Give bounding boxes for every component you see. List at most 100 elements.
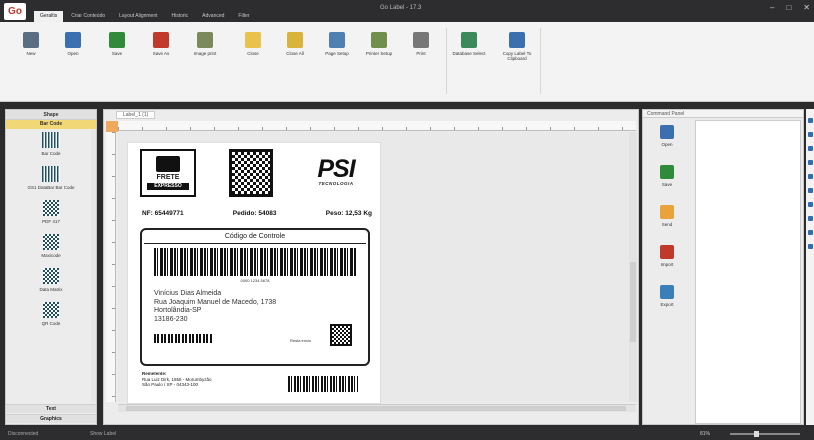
- text-group-header[interactable]: Text: [6, 404, 96, 413]
- save-as-icon: [153, 32, 169, 48]
- save-button[interactable]: Save: [100, 28, 134, 76]
- expresso-text: EXPRESSO: [147, 183, 189, 190]
- tab-criar-conteudo[interactable]: Criar Conteúdo: [65, 11, 111, 22]
- tab-historic[interactable]: Historic: [166, 11, 195, 22]
- maximize-icon[interactable]: □: [786, 3, 791, 12]
- shipping-label[interactable]: FRETE EXPRESSO PSI TECNOLOGIA NF: 654497…: [127, 142, 381, 404]
- zoom-slider[interactable]: [730, 433, 800, 435]
- scroll-thumb[interactable]: [126, 406, 626, 411]
- close-all-button[interactable]: Close All: [278, 28, 312, 76]
- minimize-icon[interactable]: –: [770, 3, 774, 12]
- zoom-level: 81%: [700, 431, 711, 437]
- canvas-vertical-scrollbar[interactable]: [629, 132, 637, 402]
- new-button[interactable]: New: [14, 28, 48, 76]
- status-bar: Disconnected Show Label 81%: [0, 428, 814, 440]
- tool-icon[interactable]: [807, 132, 813, 137]
- page-setup-button[interactable]: Page Setup: [320, 28, 354, 76]
- tool-icon[interactable]: [807, 174, 813, 179]
- tool-icon[interactable]: [807, 146, 813, 151]
- save-as-button[interactable]: Save As: [144, 28, 178, 76]
- tab-filter[interactable]: Filter: [232, 11, 255, 22]
- pdf417-icon: [43, 200, 59, 216]
- gs1-barcode-icon: [42, 166, 60, 182]
- save-icon: [660, 165, 674, 179]
- printer-setup-button[interactable]: Printer Setup: [362, 28, 396, 76]
- copy-to-clipboard-button[interactable]: Copy Label To Clipboard: [500, 28, 534, 76]
- recipient-name: Vinícius Dias Almeida: [154, 290, 222, 297]
- zoom-slider-thumb[interactable]: [754, 431, 759, 437]
- nf-number[interactable]: NF: 65449771: [142, 210, 184, 217]
- shape-item-bar-code[interactable]: Bar Code: [6, 129, 96, 163]
- control-code-title: Código de Controle: [224, 233, 286, 240]
- command-send[interactable]: Send: [643, 199, 691, 239]
- qrcode-icon: [43, 302, 59, 318]
- shape-item-gs1-databar[interactable]: GS1 DataBar Bar Code: [6, 163, 96, 197]
- tool-icon[interactable]: [807, 188, 813, 193]
- maxicode-icon: [43, 234, 59, 250]
- shape-item-qr-code[interactable]: QR Code: [6, 299, 96, 333]
- tab-layout-alignment[interactable]: Layout Alignment: [113, 11, 163, 22]
- brand-logo[interactable]: PSI TECNOLOGIA: [301, 157, 371, 189]
- shape-item-data-matrix[interactable]: Data Matrix: [6, 265, 96, 299]
- tool-icon[interactable]: [807, 160, 813, 165]
- control-code-box[interactable]: Código de Controle 0000 1234 5678 Viníci…: [140, 228, 370, 366]
- shape-item-pdf417[interactable]: PDF 417: [6, 197, 96, 231]
- new-icon: [23, 32, 39, 48]
- shape-panel-scrollbar[interactable]: [91, 130, 96, 402]
- document-tab[interactable]: Label_1 (1): [116, 111, 156, 119]
- image-print-icon: [197, 32, 213, 48]
- barcode-icon: [42, 132, 60, 148]
- close-icon[interactable]: ✕: [803, 3, 810, 12]
- ruler-corner: [106, 121, 118, 132]
- command-list: Open Save Send Import Export: [643, 119, 691, 424]
- barcode-number: 0000 1234 5678: [240, 278, 270, 283]
- label-qr-code[interactable]: [229, 149, 273, 197]
- command-import[interactable]: Import: [643, 239, 691, 279]
- frete-text: FRETE: [156, 174, 180, 181]
- command-output-area[interactable]: [695, 120, 801, 424]
- close-button[interactable]: Close: [236, 28, 270, 76]
- weight[interactable]: Peso: 12,53 Kg: [326, 210, 372, 217]
- right-toolstrip: [806, 109, 814, 425]
- command-open[interactable]: Open: [643, 119, 691, 159]
- frete-expresso-badge[interactable]: FRETE EXPRESSO: [140, 149, 196, 197]
- tool-icon[interactable]: [807, 202, 813, 207]
- sender-block[interactable]: Remetente: Rua Luiz Dirk, 1655 - Morumby…: [142, 371, 212, 388]
- recipient-street: Rua Joaquim Manuel de Macedo, 1738: [154, 298, 277, 306]
- tool-icon[interactable]: [807, 118, 813, 123]
- command-save[interactable]: Save: [643, 159, 691, 199]
- canvas-horizontal-scrollbar[interactable]: [118, 404, 636, 412]
- ribbon-divider: [0, 102, 814, 109]
- tab-geraltis[interactable]: Geraltis: [34, 11, 64, 22]
- command-panel: Command Panel Open Save Send Import Expo…: [642, 109, 804, 425]
- scroll-thumb[interactable]: [630, 262, 636, 342]
- open-button[interactable]: Open: [56, 28, 90, 76]
- print-button[interactable]: Print: [404, 28, 438, 76]
- tool-icon[interactable]: [807, 216, 813, 221]
- shape-panel-header[interactable]: Shape: [6, 110, 96, 120]
- connection-status: Disconnected: [8, 431, 39, 437]
- title-bar: Go Geraltis Criar Conteúdo Layout Alignm…: [0, 0, 814, 22]
- truck-icon: [156, 156, 180, 172]
- shape-item-maxicode[interactable]: Maxicode: [6, 231, 96, 265]
- clipboard-icon: [509, 32, 525, 48]
- zip-barcode[interactable]: [154, 334, 212, 343]
- tab-advanced[interactable]: Advanced: [196, 11, 230, 22]
- ribbon-tabs: Geraltis Criar Conteúdo Layout Alignment…: [34, 11, 256, 22]
- small-qr-code[interactable]: [330, 324, 352, 346]
- recipient-address[interactable]: Vinícius Dias Almeida Rua Joaquim Manuel…: [154, 290, 276, 324]
- command-export[interactable]: Export: [643, 279, 691, 319]
- graphics-group-header[interactable]: Graphics: [6, 414, 96, 423]
- barcode-group-header[interactable]: Bar Code: [6, 120, 96, 129]
- close-all-icon: [287, 32, 303, 48]
- order-number[interactable]: Pedido: 54083: [233, 210, 277, 217]
- datamatrix-icon: [43, 268, 59, 284]
- control-barcode[interactable]: [154, 248, 356, 276]
- resta-text: Resta envio: [290, 338, 312, 343]
- tool-icon[interactable]: [807, 230, 813, 235]
- database-select-button[interactable]: Database Select: [452, 28, 486, 76]
- tool-icon[interactable]: [807, 244, 813, 249]
- image-print-button[interactable]: Image print: [188, 28, 222, 76]
- app-logo[interactable]: Go: [4, 3, 26, 20]
- tracking-barcode[interactable]: [288, 376, 358, 392]
